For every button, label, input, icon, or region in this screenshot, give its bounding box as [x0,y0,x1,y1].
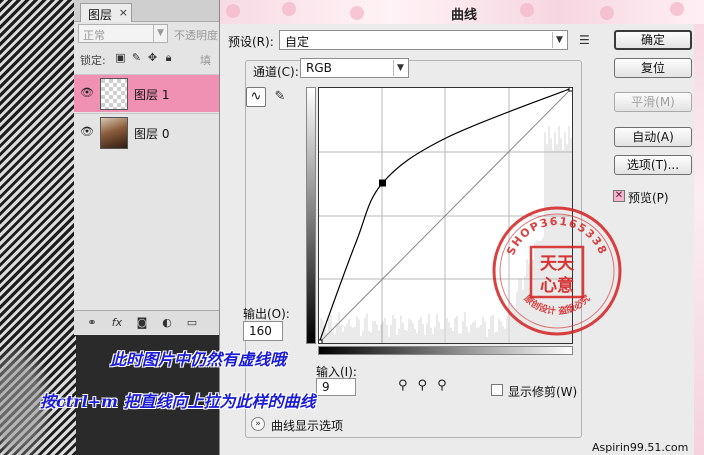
site-watermark: Aspirin99.51.com [592,441,689,454]
flower-decoration [350,6,364,20]
tab-layers-label: 图层 [88,8,113,22]
dialog-titlebar: 曲线 [220,0,704,24]
group-icon[interactable]: ▭ [184,316,200,334]
layers-panel: 图层 × 正常 ▼ 不透明度 锁定: ▣ ✎ ✥ 🔒︎ 填 👁︎ 图层 1 👁︎… [74,0,220,335]
pencil-tool-icon[interactable]: ✎ [271,87,289,107]
lock-icons: ▣ ✎ ✥ 🔒︎ [114,51,175,64]
curve-point-tool-icon[interactable]: ∿ [246,87,266,107]
layer-row-1[interactable]: 👁︎ 图层 1 [74,74,219,112]
gray-eyedropper-icon[interactable]: ⚲ [418,378,428,393]
lock-transparent-icon[interactable]: ▣ [114,51,127,64]
mask-icon[interactable]: ◙ [134,316,150,334]
opacity-label: 不透明度 [174,29,218,42]
auto-button[interactable]: 自动(A) [614,127,692,147]
stamp-center-line2: 心意 [540,275,574,296]
lock-paint-icon[interactable]: ✎ [130,51,143,64]
output-gradient-bar [306,87,316,344]
adjustment-icon[interactable]: ◐ [159,316,175,334]
curve-control-point[interactable] [568,84,576,92]
link-icon[interactable]: ⚭ [84,316,100,334]
flower-decoration [282,2,296,16]
blend-mode-value: 正常 [83,29,105,42]
layer-thumbnail [100,78,128,110]
annotation-line2: 按ctrl+m 把直线向上拉为此样的曲线 [40,392,316,411]
fx-icon[interactable]: fx [109,316,125,334]
lock-row: 锁定: ▣ ✎ ✥ 🔒︎ 填 [78,50,218,68]
red-seal-stamp: SHOP36165338 原创设计 盗版必究 天天 心意 [492,206,622,336]
input-field[interactable]: 9 [316,378,356,396]
input-gradient-bar [318,346,573,355]
eyedropper-group: ⚲ ⚲ ⚲ [398,378,447,393]
eye-icon[interactable]: 👁︎ [80,87,94,99]
ok-button[interactable]: 确定 [614,30,692,50]
channel-value: RGB [306,61,332,75]
preset-label: 预设(R): [228,35,274,49]
reset-button[interactable]: 复位 [614,58,692,78]
lock-label: 锁定: [80,54,106,67]
layer-thumbnail [100,117,128,149]
curve-control-point[interactable] [378,179,386,187]
chevron-down-icon: ▼ [393,60,407,76]
output-label: 输出(O): [243,307,290,321]
lock-all-icon[interactable]: 🔒︎ [162,51,175,64]
output-field[interactable]: 160 [243,321,283,341]
show-clipping-checkbox[interactable] [491,384,503,396]
fill-label: 填 [200,54,211,67]
blend-mode-select[interactable]: 正常 ▼ [78,24,168,43]
preset-select[interactable]: 自定 ▼ [279,30,568,50]
dialog-decorative-border [694,24,704,455]
preview-checkbox[interactable]: ✕ [613,190,625,202]
expand-chevron-icon[interactable]: » [251,417,265,431]
layer-name: 图层 0 [134,127,170,141]
layer-row-0[interactable]: 👁︎ 图层 0 [74,113,219,151]
curves-dialog: 曲线 预设(R): 自定 ▼ ☰ 确定 复位 平滑(M) 自动(A) 选项(T)… [219,0,704,455]
options-button[interactable]: 选项(T)... [614,155,692,175]
curve-display-options-label[interactable]: 曲线显示选项 [271,417,343,434]
flower-decoration [600,6,614,20]
channel-select[interactable]: RGB ▼ [300,58,409,78]
stamp-center-line1: 天天 [540,254,575,274]
channel-label: 通道(C): [253,63,301,80]
layer-name: 图层 1 [134,88,170,102]
dialog-title: 曲线 [451,8,478,23]
annotation-line1: 此时图片中仍然有虚线哦 [110,350,287,369]
chevron-down-icon: ▼ [552,32,566,48]
layers-tabbar: 图层 × [74,0,219,22]
flower-decoration [670,2,684,16]
preset-options-icon[interactable]: ☰ [579,33,590,47]
black-eyedropper-icon[interactable]: ⚲ [398,378,408,393]
preset-value: 自定 [285,35,310,49]
chevron-down-icon: ▼ [153,25,167,42]
layers-bottom-bar: ⚭ fx ◙ ◐ ▭ [74,310,219,334]
flower-decoration [226,4,240,18]
eye-icon[interactable]: 👁︎ [80,126,94,138]
show-clipping-label: 显示修剪(W) [508,385,578,399]
close-icon[interactable]: × [119,6,128,19]
tab-layers[interactable]: 图层 × [80,3,132,22]
lock-move-icon[interactable]: ✥ [146,51,159,64]
preview-label: 预览(P) [628,191,669,205]
curve-control-point[interactable] [315,339,323,347]
blend-row: 正常 ▼ 不透明度 [78,24,218,44]
white-eyedropper-icon[interactable]: ⚲ [437,378,447,393]
flower-decoration [520,3,534,17]
smooth-button[interactable]: 平滑(M) [614,92,692,112]
